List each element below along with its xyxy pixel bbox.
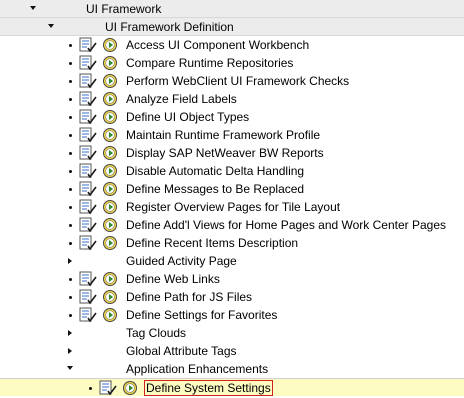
triangle-right-icon[interactable] xyxy=(68,330,72,336)
document-with-checkmark-icon[interactable] xyxy=(79,163,97,179)
bullet-icon xyxy=(69,314,72,317)
clock-execute-icon[interactable] xyxy=(102,37,118,53)
clock-execute-icon[interactable] xyxy=(102,91,118,107)
clock-execute-icon[interactable] xyxy=(102,199,118,215)
tree-node-ui-framework[interactable]: UI Framework xyxy=(0,0,464,18)
document-with-checkmark-icon[interactable] xyxy=(79,55,97,71)
tree-item-define-settings-for-favorites[interactable]: Define Settings for Favorites xyxy=(0,306,464,324)
tree-item-application-enhancements[interactable]: Application Enhancements xyxy=(0,360,464,378)
document-with-checkmark-icon[interactable] xyxy=(79,37,97,53)
document-with-checkmark-icon[interactable] xyxy=(79,307,97,323)
tree-item-label: Display SAP NetWeaver BW Reports xyxy=(126,146,324,160)
tree-item-label: Define Add'l Views for Home Pages and Wo… xyxy=(126,218,447,232)
tree-item-label: Define Messages to Be Replaced xyxy=(126,182,305,196)
bullet-icon xyxy=(69,242,72,245)
clock-execute-icon[interactable] xyxy=(102,307,118,323)
tree-node-label: UI Framework Definition xyxy=(105,20,234,34)
bullet-icon xyxy=(89,387,92,390)
tree-item-define-add-l-views-for-home-pages-and-work-center-pages[interactable]: Define Add'l Views for Home Pages and Wo… xyxy=(0,216,464,234)
bullet-icon xyxy=(69,152,72,155)
tree-item-label: Define Recent Items Description xyxy=(126,236,299,250)
clock-execute-icon[interactable] xyxy=(102,55,118,71)
bullet-icon xyxy=(69,170,72,173)
tree-item-label: Define System Settings xyxy=(144,380,273,396)
clock-execute-icon[interactable] xyxy=(122,380,138,396)
clock-execute-icon[interactable] xyxy=(102,109,118,125)
bullet-icon xyxy=(69,188,72,191)
document-with-checkmark-icon[interactable] xyxy=(79,109,97,125)
bullet-icon xyxy=(69,116,72,119)
tree-item-label: Guided Activity Page xyxy=(126,254,237,268)
tree-item-disable-automatic-delta-handling[interactable]: Disable Automatic Delta Handling xyxy=(0,162,464,180)
tree-item-define-web-links[interactable]: Define Web Links xyxy=(0,270,464,288)
tree-item-label: Perform WebClient UI Framework Checks xyxy=(126,74,350,88)
tree-item-label: Maintain Runtime Framework Profile xyxy=(126,128,321,142)
document-with-checkmark-icon[interactable] xyxy=(79,289,97,305)
clock-execute-icon[interactable] xyxy=(102,127,118,143)
tree-item-label: Tag Clouds xyxy=(126,326,187,340)
bullet-icon xyxy=(69,62,72,65)
tree-item-maintain-runtime-framework-profile[interactable]: Maintain Runtime Framework Profile xyxy=(0,126,464,144)
tree-item-access-ui-component-workbench[interactable]: Access UI Component Workbench xyxy=(0,36,464,54)
img-tree: UI Framework UI Framework Definition Acc… xyxy=(0,0,464,398)
bullet-icon xyxy=(69,206,72,209)
tree-item-define-recent-items-description[interactable]: Define Recent Items Description xyxy=(0,234,464,252)
clock-execute-icon[interactable] xyxy=(102,217,118,233)
tree-item-label: Application Enhancements xyxy=(126,362,269,376)
tree-item-compare-runtime-repositories[interactable]: Compare Runtime Repositories xyxy=(0,54,464,72)
document-with-checkmark-icon[interactable] xyxy=(79,181,97,197)
tree-item-define-ui-object-types[interactable]: Define UI Object Types xyxy=(0,108,464,126)
triangle-right-icon[interactable] xyxy=(68,258,72,264)
tree-node-label: UI Framework xyxy=(86,2,162,16)
clock-execute-icon[interactable] xyxy=(102,73,118,89)
tree-item-perform-webclient-ui-framework-checks[interactable]: Perform WebClient UI Framework Checks xyxy=(0,72,464,90)
tree-item-display-sap-netweaver-bw-reports[interactable]: Display SAP NetWeaver BW Reports xyxy=(0,144,464,162)
triangle-down-icon[interactable] xyxy=(48,24,54,28)
tree-item-define-messages-to-be-replaced[interactable]: Define Messages to Be Replaced xyxy=(0,180,464,198)
tree-item-label: Define Web Links xyxy=(126,272,220,286)
bullet-icon xyxy=(69,44,72,47)
document-with-checkmark-icon[interactable] xyxy=(79,271,97,287)
tree-item-define-system-settings[interactable]: Define System Settings xyxy=(0,378,464,396)
tree-item-label: Analyze Field Labels xyxy=(126,92,237,106)
document-with-checkmark-icon[interactable] xyxy=(79,91,97,107)
bullet-icon xyxy=(69,278,72,281)
tree-item-guided-activity-page[interactable]: Guided Activity Page xyxy=(0,252,464,270)
tree-item-label: Disable Automatic Delta Handling xyxy=(126,164,305,178)
tree-item-label: Define UI Object Types xyxy=(126,110,250,124)
tree-node-ui-framework-definition[interactable]: UI Framework Definition xyxy=(0,18,464,36)
tree-item-global-attribute-tags[interactable]: Global Attribute Tags xyxy=(0,342,464,360)
triangle-down-icon[interactable] xyxy=(67,366,73,370)
document-with-checkmark-icon[interactable] xyxy=(79,73,97,89)
tree-item-label: Define Settings for Favorites xyxy=(126,308,278,322)
bullet-icon xyxy=(69,296,72,299)
clock-execute-icon[interactable] xyxy=(102,271,118,287)
document-with-checkmark-icon[interactable] xyxy=(79,145,97,161)
document-with-checkmark-icon[interactable] xyxy=(79,199,97,215)
bullet-icon xyxy=(69,134,72,137)
tree-item-label: Access UI Component Workbench xyxy=(126,38,310,52)
tree-item-label: Compare Runtime Repositories xyxy=(126,56,294,70)
tree-item-analyze-field-labels[interactable]: Analyze Field Labels xyxy=(0,90,464,108)
tree-item-tag-clouds[interactable]: Tag Clouds xyxy=(0,324,464,342)
tree-item-label: Register Overview Pages for Tile Layout xyxy=(126,200,341,214)
tree-item-label: Global Attribute Tags xyxy=(126,344,237,358)
document-with-checkmark-icon[interactable] xyxy=(79,217,97,233)
tree-item-register-overview-pages-for-tile-layout[interactable]: Register Overview Pages for Tile Layout xyxy=(0,198,464,216)
clock-execute-icon[interactable] xyxy=(102,289,118,305)
triangle-right-icon[interactable] xyxy=(68,348,72,354)
tree-item-define-path-for-js-files[interactable]: Define Path for JS Files xyxy=(0,288,464,306)
clock-execute-icon[interactable] xyxy=(102,235,118,251)
clock-execute-icon[interactable] xyxy=(102,145,118,161)
bullet-icon xyxy=(69,98,72,101)
bullet-icon xyxy=(69,224,72,227)
bullet-icon xyxy=(69,80,72,83)
document-with-checkmark-icon[interactable] xyxy=(79,235,97,251)
tree-item-label: Define Path for JS Files xyxy=(126,290,253,304)
triangle-down-icon[interactable] xyxy=(30,6,36,10)
clock-execute-icon[interactable] xyxy=(102,163,118,179)
clock-execute-icon[interactable] xyxy=(102,181,118,197)
document-with-checkmark-icon[interactable] xyxy=(99,380,117,396)
document-with-checkmark-icon[interactable] xyxy=(79,127,97,143)
